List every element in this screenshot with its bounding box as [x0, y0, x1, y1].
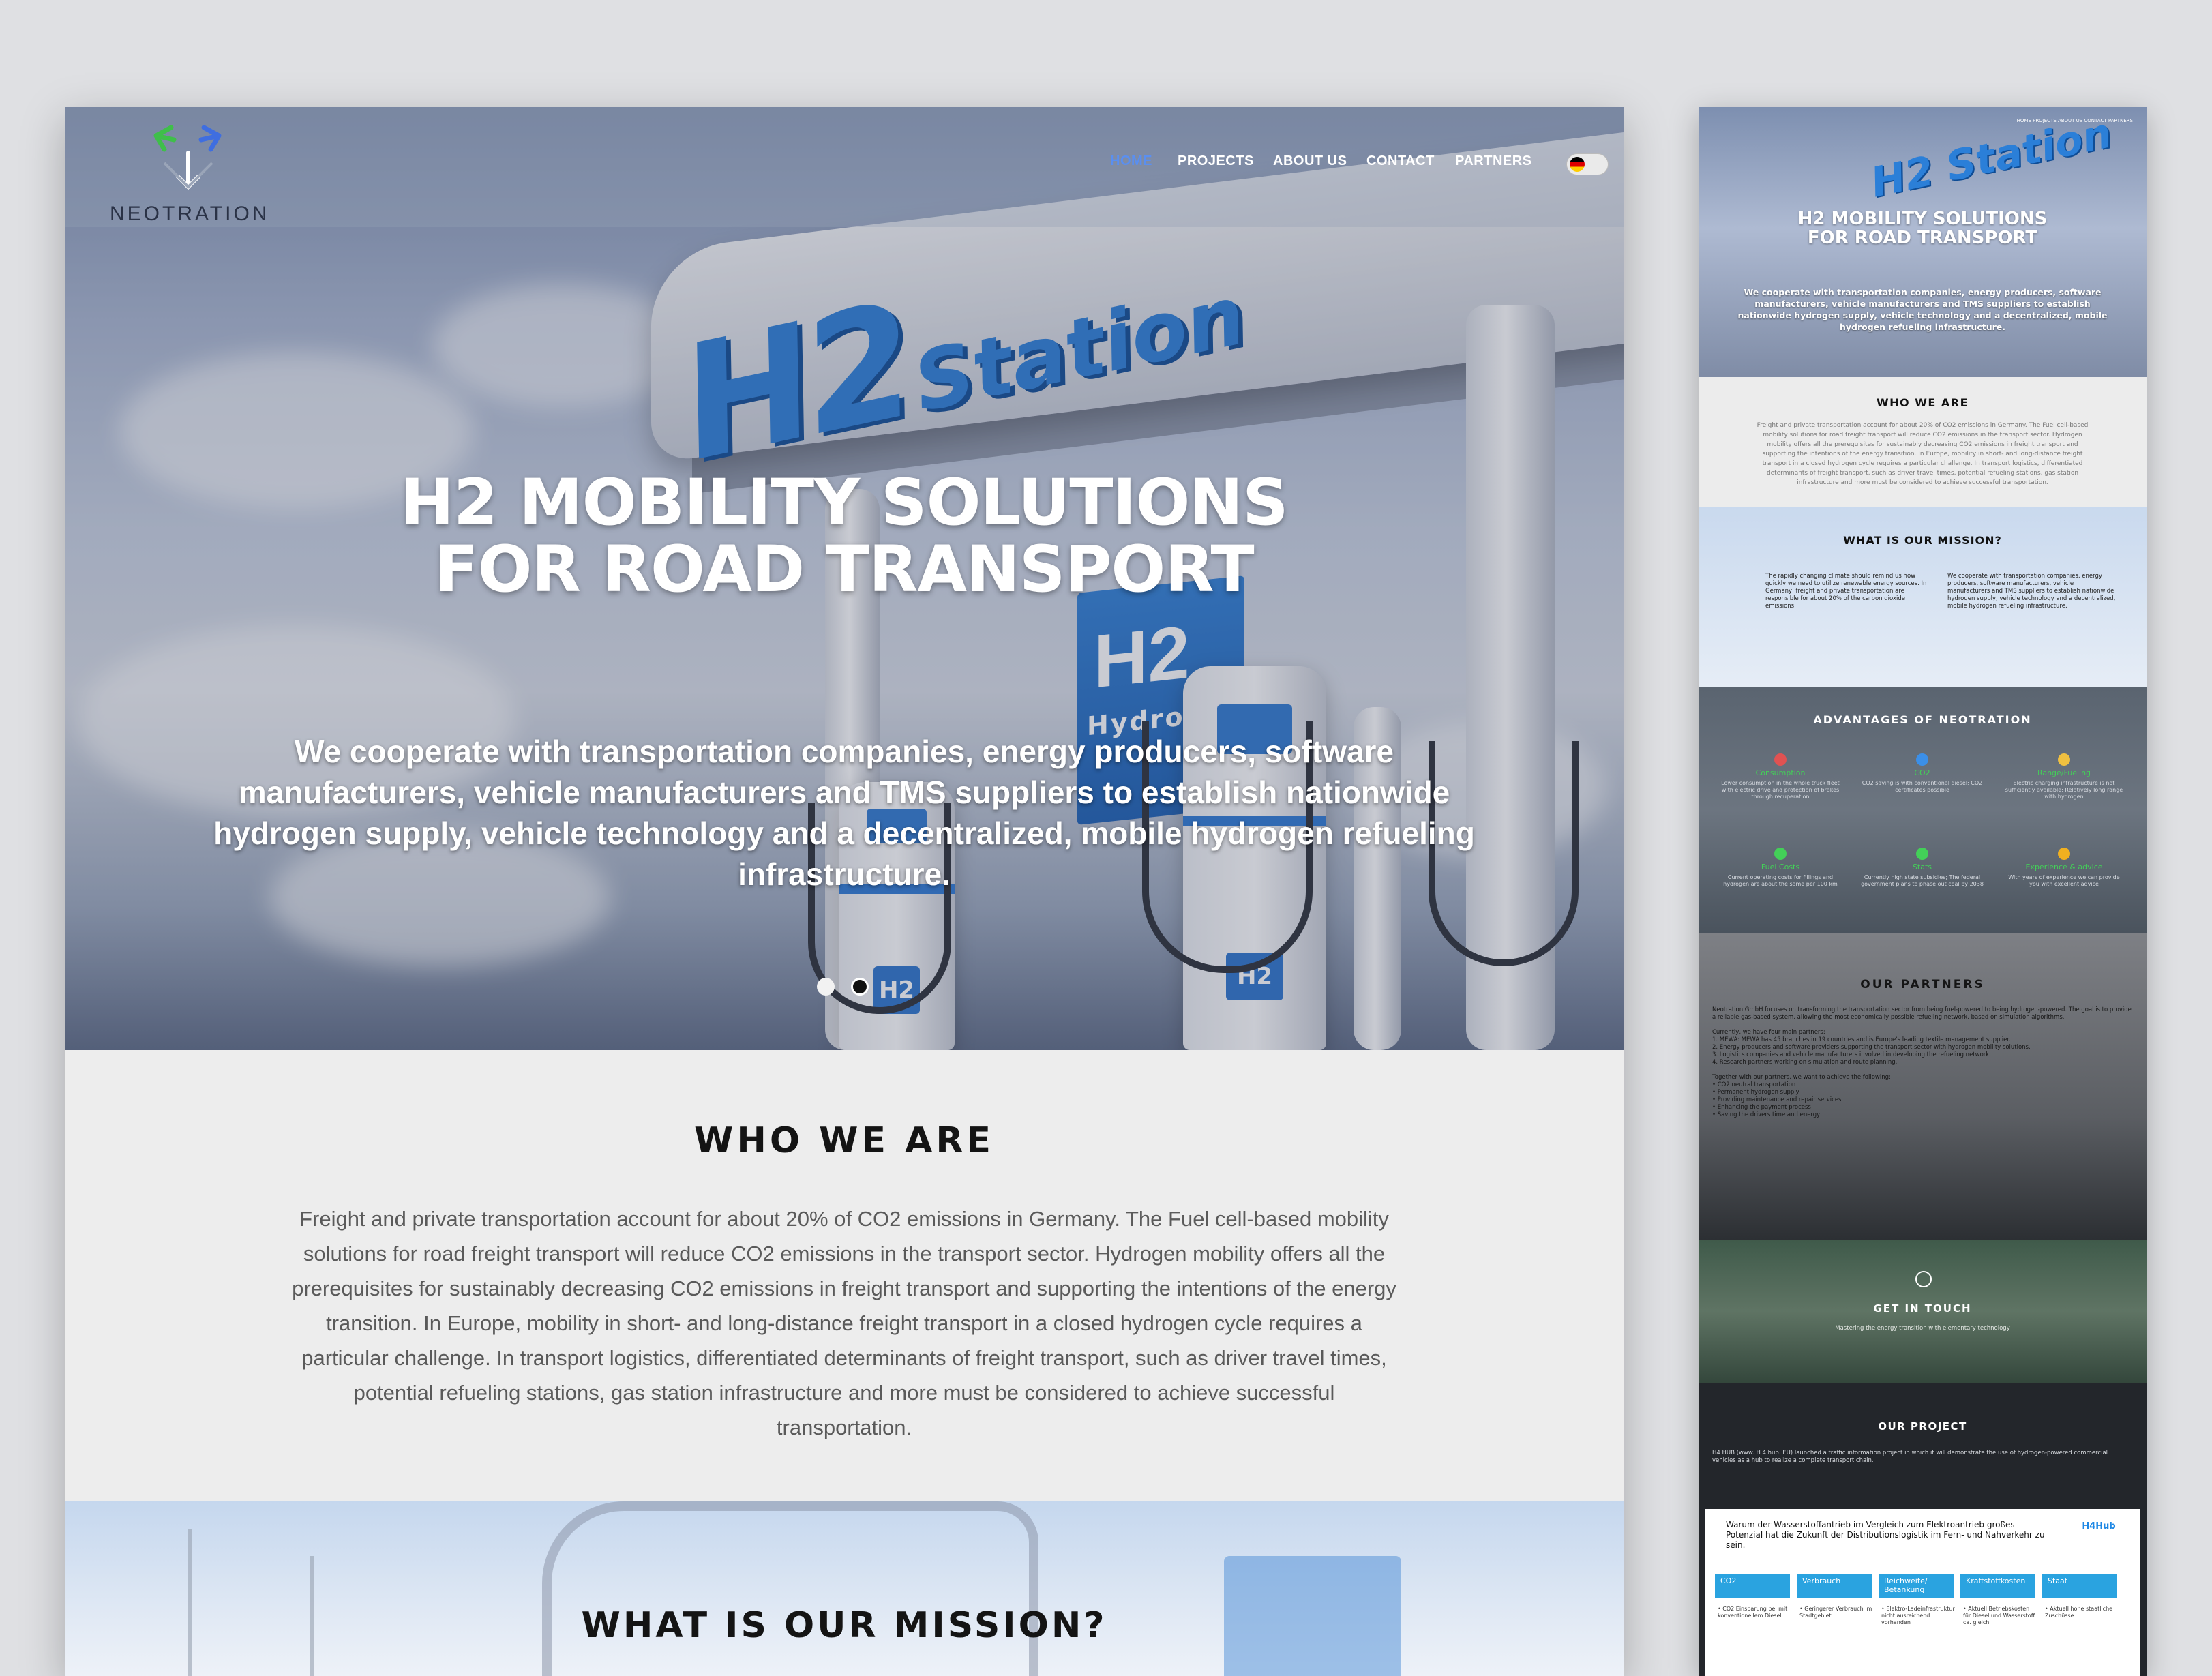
thumb-hero-sub: We cooperate with transportation compani…: [1737, 287, 2108, 332]
thumb-hero: HOME PROJECTS ABOUT US CONTACT PARTNERS …: [1699, 107, 2147, 377]
fuel-costs-icon: [1774, 848, 1787, 860]
project-col-text: • Aktuell Betriebskosten für Diesel und …: [1963, 1606, 2035, 1626]
thumb-mission-col-left: The rapidly changing climate should remi…: [1765, 573, 1927, 610]
advantage-label: Stats: [1912, 863, 1932, 871]
co2-icon: [1916, 753, 1928, 766]
advantage-text: Currently high state subsidies; The fede…: [1861, 874, 1984, 887]
thumb-advantage-item: Stats Currently high state subsidies; Th…: [1861, 848, 1984, 888]
thumb-get-in-touch: GET IN TOUCH Mastering the energy transi…: [1699, 1240, 2147, 1383]
thumb-partners-text: Neotration GmbH focuses on transforming …: [1712, 1006, 2132, 1118]
thumb-who-we-are: WHO WE ARE Freight and private transport…: [1699, 377, 2147, 507]
h4hub-logo: H4Hub: [2082, 1521, 2116, 1531]
who-we-are-heading: WHO WE ARE: [694, 1120, 994, 1161]
advantage-label: Fuel Costs: [1761, 863, 1800, 871]
advantage-label: Experience & advice: [2025, 863, 2103, 871]
advantage-label: CO2: [1914, 768, 1930, 777]
thumb-h2-sign: H2 Station: [1866, 109, 2116, 207]
thumb-project-text: H4 HUB (www. H 4 hub. EU) launched a tra…: [1712, 1450, 2108, 1464]
advantage-text: Current operating costs for fillings and…: [1723, 874, 1838, 887]
german-flag-icon: [1570, 157, 1585, 172]
nav-about-us[interactable]: ABOUT US: [1273, 153, 1347, 169]
slider-dot-1[interactable]: [817, 978, 835, 996]
hero-title-line-2: FOR ROAD TRANSPORT: [434, 533, 1254, 607]
logo-text: NEOTRATION: [110, 203, 270, 225]
thumb-hero-title-1: H2 MOBILITY SOLUTIONS: [1797, 209, 2048, 229]
advantage-label: Range/Fueling: [2037, 768, 2091, 777]
thumb-partners: OUR PARTNERS Neotration GmbH focuses on …: [1699, 933, 2147, 1240]
consumption-icon: [1774, 753, 1787, 766]
hero-title-line-1: H2 MOBILITY SOLUTIONS: [400, 466, 1289, 540]
stats-icon: [1916, 848, 1928, 860]
language-toggle[interactable]: [1566, 153, 1609, 175]
advantage-label: Consumption: [1755, 768, 1806, 777]
nav-partners[interactable]: PARTNERS: [1455, 153, 1532, 169]
who-we-are-text: Freight and private transportation accou…: [292, 1207, 1396, 1439]
truck-outline: [542, 1501, 1038, 1676]
project-col-header: Verbrauch: [1797, 1574, 1872, 1598]
project-col-header: Kraftstoffkosten: [1960, 1574, 2035, 1598]
thumb-hero-title-2: FOR ROAD TRANSPORT: [1807, 228, 2038, 248]
project-col-header: Staat: [2042, 1574, 2117, 1598]
thumb-project-heading: OUR PROJECT: [1878, 1420, 1967, 1433]
neotration-logo-icon: [153, 125, 222, 190]
project-card-heading: Warum der Wasserstoffantrieb im Vergleic…: [1726, 1520, 2045, 1550]
advantage-text: CO2 saving is with conventional diesel; …: [1862, 780, 1983, 793]
project-col-header: CO2: [1715, 1574, 1790, 1598]
mission-section: WHAT IS OUR MISSION?: [65, 1501, 1624, 1676]
thumb-advantage-item: CO2 CO2 saving is with conventional dies…: [1861, 753, 1984, 794]
nav-projects[interactable]: PROJECTS: [1178, 153, 1254, 169]
range-fueling-icon: [2058, 753, 2070, 766]
experience-advice-icon: [2058, 848, 2070, 860]
thumb-advantage-item: Consumption Lower consumption in the who…: [1719, 753, 1842, 800]
project-col-text: • Aktuell hohe staatliche Zuschüsse: [2045, 1606, 2113, 1619]
clock-icon: [1915, 1271, 1932, 1287]
who-we-are-section: WHO WE ARE Freight and private transport…: [65, 1050, 1624, 1501]
advantage-text: Lower consumption in the whole truck fle…: [1721, 780, 1840, 800]
thumb-advantage-item: Range/Fueling Electric charging infrastr…: [2003, 753, 2125, 800]
advantage-text: With years of experience we can provide …: [2008, 874, 2120, 887]
thumb-who-heading: WHO WE ARE: [1877, 396, 1969, 409]
thumb-advantages-heading: ADVANTAGES OF NEOTRATION: [1813, 713, 2032, 726]
project-col-header: Reichweite/ Betankung: [1879, 1574, 1954, 1598]
thumb-partners-heading: OUR PARTNERS: [1860, 978, 1985, 991]
thumb-touch-text: Mastering the energy transition with ele…: [1835, 1325, 2010, 1332]
nav-contact[interactable]: CONTACT: [1366, 153, 1435, 169]
full-page-thumbnail: HOME PROJECTS ABOUT US CONTACT PARTNERS …: [1699, 107, 2147, 1676]
thumb-touch-heading: GET IN TOUCH: [1873, 1302, 1972, 1315]
project-col-text: • CO2 Einsparung bei mit konventionellem…: [1718, 1606, 1788, 1619]
hero-section: H2 Station H2 Hydrogen H2 H2 NEOTRATION …: [65, 107, 1624, 1050]
hero-subtitle: We cooperate with transportation compani…: [213, 734, 1475, 892]
nav-home[interactable]: HOME: [1110, 153, 1152, 169]
thumb-advantage-item: Experience & advice With years of experi…: [2003, 848, 2125, 888]
thumb-advantages: ADVANTAGES OF NEOTRATION Consumption Low…: [1699, 687, 2147, 933]
project-col-text: • Geringerer Verbrauch im Stadtgebiet: [1799, 1606, 1872, 1619]
slider-dot-2[interactable]: [851, 978, 869, 996]
thumb-hero-title: H2 MOBILITY SOLUTIONS FOR ROAD TRANSPORT: [1699, 209, 2147, 248]
thumb-advantage-item: Fuel Costs Current operating costs for f…: [1719, 848, 1842, 888]
advantage-text: Electric charging infrastructure is not …: [2005, 780, 2123, 800]
wind-turbine: [188, 1529, 192, 1676]
thumb-mission-col-right: We cooperate with transportation compani…: [1947, 573, 2116, 610]
neotration-logo[interactable]: NEOTRATION: [110, 122, 270, 225]
thumb-our-project: OUR PROJECT H4 HUB (www. H 4 hub. EU) la…: [1699, 1383, 2147, 1676]
main-website-mockup: H2 Station H2 Hydrogen H2 H2 NEOTRATION …: [65, 107, 1624, 1676]
project-col-text: • Elektro-Ladeinfrastruktur nicht ausrei…: [1881, 1606, 1955, 1626]
thumb-who-text: Freight and private transportation accou…: [1757, 422, 2089, 486]
thumb-project-card: Warum der Wasserstoffantrieb im Vergleic…: [1705, 1509, 2140, 1676]
thumb-mission-heading: WHAT IS OUR MISSION?: [1843, 534, 2002, 547]
thumb-mission: WHAT IS OUR MISSION? The rapidly changin…: [1699, 507, 2147, 687]
mission-heading: WHAT IS OUR MISSION?: [581, 1605, 1107, 1646]
